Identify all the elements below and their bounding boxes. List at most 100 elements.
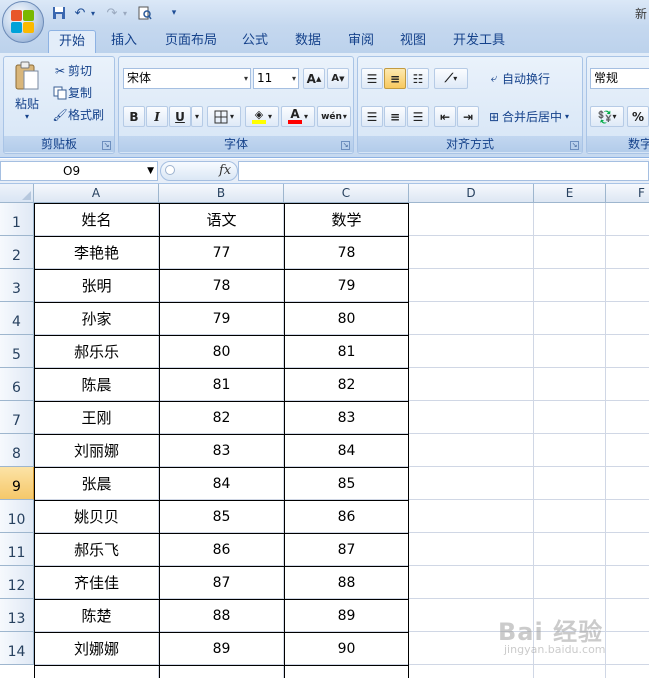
tab-insert[interactable]: 插入: [101, 30, 147, 53]
table-cell[interactable]: 84: [284, 434, 409, 467]
table-cell[interactable]: 王刚: [34, 401, 159, 434]
table-cell[interactable]: 陈楚: [34, 599, 159, 632]
row-header[interactable]: 11: [0, 533, 34, 566]
shrink-font-button[interactable]: A ▼: [327, 68, 349, 89]
column-header-d[interactable]: D: [409, 184, 534, 203]
redo-icon[interactable]: ↷: [104, 3, 120, 23]
table-cell[interactable]: 87: [159, 566, 284, 599]
insert-function-button[interactable]: fx: [219, 163, 231, 178]
table-cell[interactable]: 81: [159, 368, 284, 401]
table-cell[interactable]: 86: [159, 533, 284, 566]
row-header[interactable]: 6: [0, 368, 34, 401]
row-header[interactable]: 9: [0, 467, 34, 500]
row-header[interactable]: 14: [0, 632, 34, 665]
table-cell[interactable]: 89: [159, 632, 284, 665]
table-cell[interactable]: 80: [284, 302, 409, 335]
fill-color-button[interactable]: ◈ ▾: [245, 106, 279, 127]
name-box[interactable]: O9 ▼: [0, 161, 158, 181]
row-header[interactable]: 4: [0, 302, 34, 335]
office-button[interactable]: [2, 1, 44, 43]
table-cell[interactable]: 80: [159, 335, 284, 368]
table-cell[interactable]: 86: [284, 500, 409, 533]
merge-center-button[interactable]: ⊞ 合并后居中 ▾: [486, 108, 569, 125]
table-cell[interactable]: 82: [284, 368, 409, 401]
table-cell[interactable]: 84: [159, 467, 284, 500]
column-header-e[interactable]: E: [534, 184, 606, 203]
table-cell[interactable]: 孙家: [34, 302, 159, 335]
align-top-button[interactable]: ☰: [361, 68, 383, 89]
table-cell[interactable]: 刘娜娜: [34, 632, 159, 665]
alignment-launcher-icon[interactable]: ↘: [570, 141, 579, 150]
formula-input[interactable]: [238, 161, 649, 181]
row-header[interactable]: 3: [0, 269, 34, 302]
table-cell[interactable]: 90: [284, 632, 409, 665]
font-size-combo[interactable]: 11 ▾: [253, 68, 299, 89]
column-header-a[interactable]: A: [34, 184, 159, 203]
table-cell[interactable]: 89: [284, 599, 409, 632]
table-cell[interactable]: 78: [159, 269, 284, 302]
table-cell[interactable]: 87: [284, 533, 409, 566]
tab-page-layout[interactable]: 页面布局: [155, 30, 227, 53]
paste-button[interactable]: 粘贴 ▾: [10, 61, 44, 131]
table-cell[interactable]: 郝乐乐: [34, 335, 159, 368]
underline-dropdown-icon[interactable]: ▾: [191, 106, 203, 127]
column-header-b[interactable]: B: [159, 184, 284, 203]
undo-dropdown-icon[interactable]: ▾: [88, 3, 98, 23]
italic-button[interactable]: I: [146, 106, 168, 127]
align-left-button[interactable]: ☰: [361, 106, 383, 127]
font-launcher-icon[interactable]: ↘: [341, 141, 350, 150]
grow-font-button[interactable]: A ▲: [303, 68, 325, 89]
table-header-cell[interactable]: 数学: [284, 203, 409, 236]
clipboard-launcher-icon[interactable]: ↘: [102, 141, 111, 150]
select-all-button[interactable]: [0, 184, 34, 203]
table-cell[interactable]: 姚贝贝: [34, 500, 159, 533]
table-cell[interactable]: 83: [284, 401, 409, 434]
table-cell[interactable]: 81: [284, 335, 409, 368]
table-cell[interactable]: 郝乐飞: [34, 533, 159, 566]
table-cell[interactable]: 刘丽娜: [34, 434, 159, 467]
align-center-button[interactable]: ≡: [384, 106, 406, 127]
row-header[interactable]: 12: [0, 566, 34, 599]
customize-quick-access-button[interactable]: ▾: [168, 3, 180, 23]
row-header[interactable]: 5: [0, 335, 34, 368]
phonetic-button[interactable]: wén ▾: [317, 106, 351, 127]
increase-indent-button[interactable]: ⇥: [457, 106, 479, 127]
font-color-button[interactable]: A ▾: [281, 106, 315, 127]
table-cell[interactable]: 88: [284, 566, 409, 599]
wrap-text-button[interactable]: ⤶ 自动换行: [486, 70, 550, 87]
row-header[interactable]: 7: [0, 401, 34, 434]
align-bottom-button[interactable]: ☷: [407, 68, 429, 89]
row-header[interactable]: 1: [0, 203, 34, 236]
save-icon[interactable]: [50, 3, 68, 23]
tab-data[interactable]: 数据: [285, 30, 331, 53]
table-cell[interactable]: 85: [159, 500, 284, 533]
table-header-cell[interactable]: 语文: [159, 203, 284, 236]
table-cell[interactable]: 李艳艳: [34, 236, 159, 269]
worksheet-grid[interactable]: A B C D E F 1 2 3 4 5 6 7 8 9 10 11 12 13 14 姓名 语文 数学 李艳…: [0, 184, 649, 678]
row-header[interactable]: 10: [0, 500, 34, 533]
align-right-button[interactable]: ☰: [407, 106, 429, 127]
format-painter-button[interactable]: 🖌 格式刷: [52, 106, 104, 123]
bold-button[interactable]: B: [123, 106, 145, 127]
table-cell[interactable]: 79: [284, 269, 409, 302]
table-cell[interactable]: 85: [284, 467, 409, 500]
table-cell[interactable]: 张明: [34, 269, 159, 302]
redo-dropdown-icon[interactable]: ▾: [120, 3, 130, 23]
orientation-button[interactable]: ⟋ ▾: [434, 68, 468, 89]
table-cell[interactable]: 张晨: [34, 467, 159, 500]
row-header[interactable]: 13: [0, 599, 34, 632]
cut-button[interactable]: ✂ 剪切: [52, 62, 92, 79]
table-cell[interactable]: 82: [159, 401, 284, 434]
number-format-combo[interactable]: 常规: [590, 68, 649, 89]
row-header[interactable]: 2: [0, 236, 34, 269]
copy-button[interactable]: 复制: [52, 84, 92, 101]
tab-home[interactable]: 开始: [48, 30, 97, 53]
table-cell[interactable]: 齐佳佳: [34, 566, 159, 599]
table-cell[interactable]: 79: [159, 302, 284, 335]
table-cell[interactable]: 88: [159, 599, 284, 632]
borders-button[interactable]: ▾: [207, 106, 241, 127]
accounting-format-button[interactable]: 💱 ▾: [590, 106, 624, 127]
table-cell[interactable]: 77: [159, 236, 284, 269]
tab-developer[interactable]: 开发工具: [443, 30, 515, 53]
align-middle-button[interactable]: ≡: [384, 68, 406, 89]
